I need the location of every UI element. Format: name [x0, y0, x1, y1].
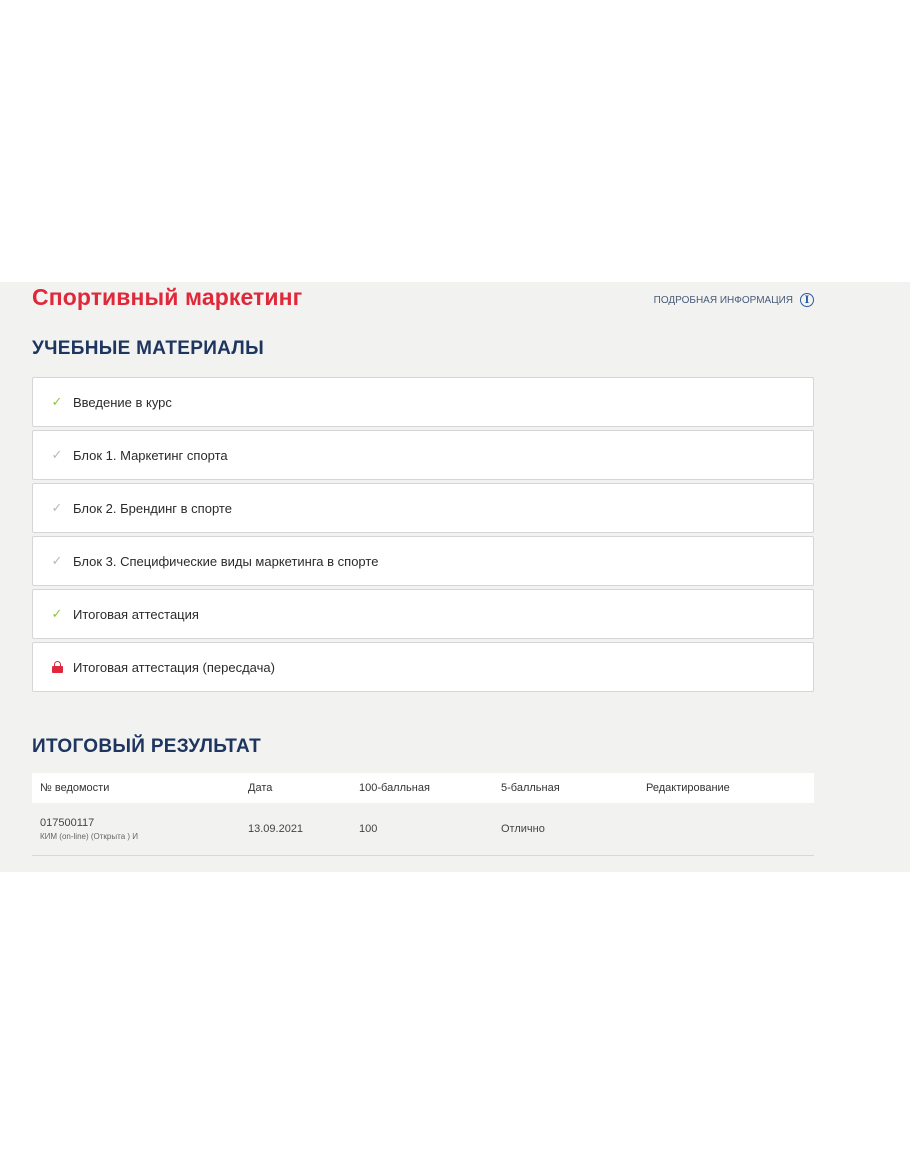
lock-icon — [50, 661, 64, 673]
table-header: № ведомости Дата 100-балльная 5-балльная… — [32, 773, 814, 803]
material-label: Блок 1. Маркетинг спорта — [73, 447, 228, 463]
course-title: Спортивный маркетинг — [32, 284, 303, 310]
material-label: Итоговая аттестация (пересдача) — [73, 659, 275, 675]
check-icon: ✓ — [51, 500, 63, 515]
results-table: № ведомости Дата 100-балльная 5-балльная… — [32, 773, 814, 856]
material-item-block-3[interactable]: ✓ Блок 3. Специфические виды маркетинга … — [32, 536, 814, 586]
material-item-block-1[interactable]: ✓ Блок 1. Маркетинг спорта — [32, 430, 814, 480]
column-header-date: Дата — [248, 782, 273, 794]
material-label: Блок 2. Брендинг в спорте — [73, 500, 232, 516]
material-label: Итоговая аттестация — [73, 606, 199, 622]
details-link[interactable]: ПОДРОБНАЯ ИНФОРМАЦИЯ i — [654, 293, 814, 307]
check-icon: ✓ — [51, 553, 63, 568]
sheet-number: 017500117 — [40, 817, 95, 829]
table-row: 017500117 КИМ (on-line) (Открыта ) И 13.… — [32, 803, 814, 856]
details-link-label: ПОДРОБНАЯ ИНФОРМАЦИЯ — [653, 294, 793, 306]
column-header-edit: Редактирование — [646, 782, 730, 794]
material-item-final-exam-retake[interactable]: Итоговая аттестация (пересдача) — [32, 642, 814, 692]
info-circle-icon[interactable]: i — [800, 293, 814, 307]
result-section-title: ИТОГОВЫЙ РЕЗУЛЬТАТ — [32, 736, 262, 757]
material-item-intro[interactable]: ✓ Введение в курс — [32, 377, 814, 427]
sheet-description: КИМ (on-line) (Открыта ) И — [40, 832, 138, 841]
score-5-cell: Отлично — [501, 823, 545, 835]
column-header-score-5: 5-балльная — [501, 782, 560, 794]
course-panel: Спортивный маркетинг ПОДРОБНАЯ ИНФОРМАЦИ… — [0, 282, 910, 872]
sheet-cell: 017500117 КИМ (on-line) (Открыта ) И — [32, 817, 248, 841]
materials-section-title: УЧЕБНЫЕ МАТЕРИАЛЫ — [32, 338, 264, 359]
score-100-cell: 100 — [359, 823, 378, 835]
material-item-block-2[interactable]: ✓ Блок 2. Брендинг в спорте — [32, 483, 814, 533]
check-icon: ✓ — [51, 606, 63, 621]
material-label: Блок 3. Специфические виды маркетинга в … — [73, 553, 379, 569]
material-label: Введение в курс — [73, 394, 172, 410]
column-header-sheet: № ведомости — [40, 782, 110, 794]
check-icon: ✓ — [51, 394, 63, 409]
check-icon: ✓ — [51, 447, 63, 462]
column-header-score-100: 100-балльная — [359, 782, 430, 794]
materials-list: ✓ Введение в курс ✓ Блок 1. Маркетинг сп… — [32, 377, 814, 695]
material-item-final-exam[interactable]: ✓ Итоговая аттестация — [32, 589, 814, 639]
date-cell: 13.09.2021 — [248, 823, 304, 835]
